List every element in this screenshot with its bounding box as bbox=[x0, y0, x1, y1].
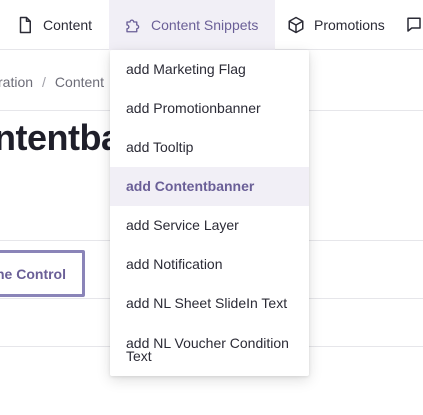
menu-item-add-promotionbanner[interactable]: add Promotionbanner bbox=[110, 89, 309, 128]
menu-item-add-nl-voucher-condition-text[interactable]: add NL Voucher Condition Text bbox=[110, 323, 309, 376]
puzzle-icon bbox=[124, 16, 142, 34]
document-icon bbox=[16, 16, 34, 34]
box-icon bbox=[287, 16, 305, 34]
menu-item-add-nl-sheet-slidein-text[interactable]: add NL Sheet SlideIn Text bbox=[110, 284, 309, 323]
breadcrumb-item[interactable]: ration bbox=[0, 74, 33, 90]
menu-item-add-service-layer[interactable]: add Service Layer bbox=[110, 206, 309, 245]
menu-item-add-notification[interactable]: add Notification bbox=[110, 245, 309, 284]
app-page: Content Content Snippets Promotions rati… bbox=[0, 0, 423, 415]
nav-item-content[interactable]: Content bbox=[16, 0, 92, 50]
menu-item-add-contentbanner[interactable]: add Contentbanner bbox=[110, 167, 309, 206]
nav-item-label: Content Snippets bbox=[151, 17, 259, 33]
menu-item-add-tooltip[interactable]: add Tooltip bbox=[110, 128, 309, 167]
message-icon bbox=[405, 16, 423, 34]
content-snippets-dropdown: add Marketing Flag add Promotionbanner a… bbox=[110, 50, 309, 376]
nav-item-content-snippets[interactable]: Content Snippets bbox=[109, 0, 275, 50]
nav-item-label: Promotions bbox=[314, 17, 385, 33]
breadcrumb-item[interactable]: Content bbox=[55, 74, 104, 90]
control-button[interactable]: ne Control bbox=[0, 250, 85, 297]
breadcrumb-separator: / bbox=[42, 74, 46, 90]
nav-item-promotions[interactable]: Promotions bbox=[287, 0, 385, 50]
top-navigation: Content Content Snippets Promotions bbox=[0, 0, 423, 50]
menu-item-add-marketing-flag[interactable]: add Marketing Flag bbox=[110, 50, 309, 89]
nav-item-next[interactable] bbox=[405, 0, 423, 50]
nav-item-label: Content bbox=[43, 17, 93, 33]
breadcrumb: ration / Content bbox=[0, 73, 104, 91]
